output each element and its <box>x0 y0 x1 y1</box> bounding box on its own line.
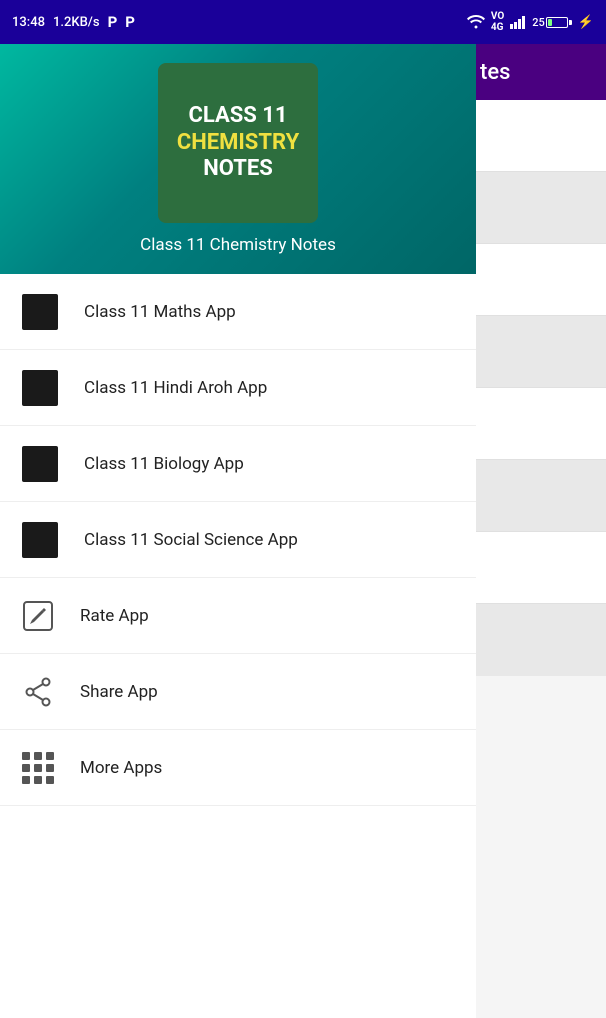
maths-app-icon <box>20 292 60 332</box>
logo-chemistry: CHEMISTRY <box>177 130 299 156</box>
menu-item-social-science[interactable]: Class 11 Social Science App <box>0 502 476 578</box>
status-bar: 13:48 1.2KB/s P P VO4G 25 ⚡ <box>0 0 606 44</box>
logo-class: CLASS 11 <box>188 103 287 129</box>
menu-item-rate[interactable]: Rate App <box>0 578 476 654</box>
vo-lte-icon: VO4G <box>491 11 504 33</box>
hindi-app-icon <box>20 368 60 408</box>
maths-app-label: Class 11 Maths App <box>84 302 236 322</box>
battery-indicator: 25 <box>532 16 572 29</box>
time: 13:48 <box>12 15 45 30</box>
share-app-icon <box>20 674 56 710</box>
menu-item-maths[interactable]: Class 11 Maths App <box>0 274 476 350</box>
rate-app-label: Rate App <box>80 606 149 626</box>
menu-item-more[interactable]: More Apps <box>0 730 476 806</box>
signal-icon <box>510 15 526 29</box>
p-icon-1: P <box>108 13 118 31</box>
menu-item-hindi[interactable]: Class 11 Hindi Aroh App <box>0 350 476 426</box>
app-logo: CLASS 11 CHEMISTRY NOTES <box>158 63 318 223</box>
menu-item-biology[interactable]: Class 11 Biology App <box>0 426 476 502</box>
logo-notes: NOTES <box>203 156 273 182</box>
bg-header-text: tes <box>480 60 510 85</box>
drawer-header: CLASS 11 CHEMISTRY NOTES Class 11 Chemis… <box>0 44 476 274</box>
status-right: VO4G 25 ⚡ <box>467 11 594 33</box>
biology-app-label: Class 11 Biology App <box>84 454 244 474</box>
drawer-app-title: Class 11 Chemistry Notes <box>140 235 336 255</box>
navigation-drawer: CLASS 11 CHEMISTRY NOTES Class 11 Chemis… <box>0 44 476 1018</box>
biology-app-icon <box>20 444 60 484</box>
status-left: 13:48 1.2KB/s P P <box>12 13 135 31</box>
social-science-app-label: Class 11 Social Science App <box>84 530 298 550</box>
rate-app-icon <box>20 598 56 634</box>
p-icon-2: P <box>125 13 135 31</box>
wifi-icon <box>467 15 485 29</box>
drawer-menu: Class 11 Maths App Class 11 Hindi Aroh A… <box>0 274 476 1018</box>
charging-icon: ⚡ <box>578 15 594 30</box>
social-science-app-icon <box>20 520 60 560</box>
share-app-label: Share App <box>80 682 158 702</box>
more-apps-icon <box>20 750 56 786</box>
network-speed: 1.2KB/s <box>53 15 100 30</box>
hindi-app-label: Class 11 Hindi Aroh App <box>84 378 267 398</box>
menu-item-share[interactable]: Share App <box>0 654 476 730</box>
more-apps-label: More Apps <box>80 758 162 778</box>
